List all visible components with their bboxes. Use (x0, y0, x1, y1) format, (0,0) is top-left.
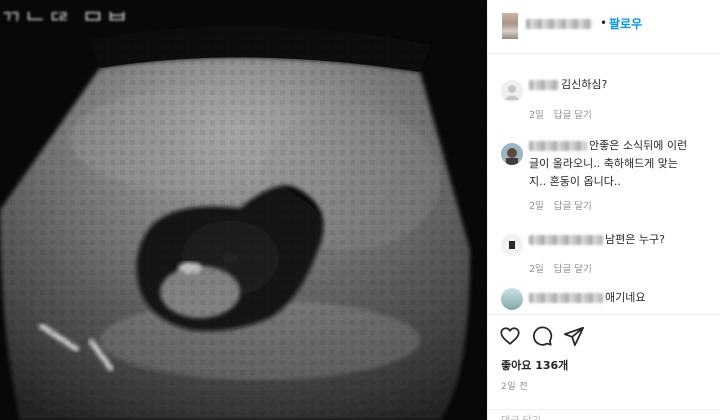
separator-dot: • (600, 16, 608, 30)
comment-username-blurred[interactable] (529, 80, 559, 90)
follow-button[interactable]: 팔로우 (609, 15, 642, 32)
comment-age: 2일 (529, 110, 544, 121)
comment-text: 김신하심? (561, 78, 608, 91)
comment-meta: 2일 답글 달기 (529, 107, 602, 121)
add-comment-bar[interactable]: 댓글 달기... (488, 409, 720, 420)
image-overlay-text: ᄁᄂᄃᄅ ᄆᄇ (0, 8, 131, 36)
comment-avatar[interactable] (501, 234, 523, 256)
post-image[interactable]: ᄁᄂᄃᄅ ᄆᄇ (0, 0, 487, 420)
comment-text-line: 지.. 혼동이 옵니다.. (529, 175, 621, 188)
comment-icon[interactable] (531, 325, 553, 347)
share-icon[interactable] (563, 325, 585, 347)
comment-meta: 2일 답글 달기 (529, 198, 602, 212)
post-sidebar: • 팔로우 김신하심? 2일 답글 달기 안좋은 소식뒤에 이런 글이 올라오니… (487, 0, 720, 420)
instagram-post: ᄁᄂᄃᄅ ᄆᄇ • 팔로우 김신하심? 2일 답글 달기 안좋은 소식뒤에 이런… (0, 0, 720, 420)
comment-avatar[interactable] (501, 143, 523, 165)
comment-username-blurred[interactable] (529, 293, 603, 303)
comment-avatar[interactable] (501, 288, 523, 310)
comment-meta: 2일 답글 달기 (529, 261, 602, 275)
post-time: 2일 전 (501, 382, 529, 392)
likes-count[interactable]: 좋아요 136개 (501, 357, 568, 373)
reply-button[interactable]: 답글 달기 (554, 110, 592, 121)
user-photo-icon (501, 234, 523, 256)
comment-username-blurred[interactable] (529, 235, 603, 245)
author-username-blurred[interactable] (526, 19, 592, 29)
comment-age: 2일 (529, 264, 544, 275)
comment-list: 김신하심? 2일 답글 달기 안좋은 소식뒤에 이런 글이 올라오니.. 축하해드… (488, 54, 720, 314)
comment-text: 애기네요 (605, 291, 646, 304)
default-avatar-icon (501, 80, 523, 102)
comment-text-line: 글이 올라오니.. 축하해드게 맞는 (529, 157, 679, 170)
heart-icon[interactable] (499, 325, 521, 347)
user-photo-icon (501, 143, 523, 165)
ultrasound-image (0, 0, 487, 420)
action-bar: 좋아요 136개 2일 전 댓글 달기... (488, 314, 720, 420)
comment-text-line: 안좋은 소식뒤에 이런 (589, 139, 688, 152)
comment-username-blurred[interactable] (529, 141, 587, 151)
add-comment-placeholder[interactable]: 댓글 달기... (501, 412, 551, 420)
post-header: • 팔로우 (488, 0, 720, 54)
comment-avatar[interactable] (501, 80, 523, 102)
comment-age: 2일 (529, 201, 544, 212)
comment-text: 남편은 누구? (605, 233, 665, 246)
author-avatar[interactable] (502, 13, 518, 39)
reply-button[interactable]: 답글 달기 (554, 201, 592, 212)
reply-button[interactable]: 답글 달기 (554, 264, 592, 275)
